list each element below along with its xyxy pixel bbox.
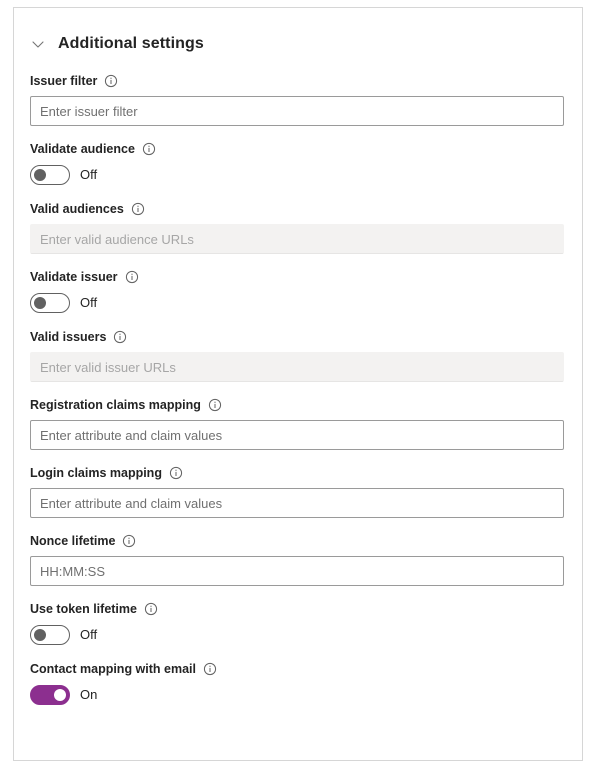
validate-issuer-toggle[interactable] bbox=[30, 293, 70, 313]
use-token-lifetime-label-row: Use token lifetime bbox=[30, 600, 562, 618]
contact-mapping-with-email-label-row: Contact mapping with email bbox=[30, 660, 562, 678]
toggle-knob bbox=[34, 629, 46, 641]
use-token-lifetime-toggle[interactable] bbox=[30, 625, 70, 645]
additional-settings-section-header[interactable]: Additional settings bbox=[30, 32, 562, 56]
contact-mapping-with-email-toggle[interactable] bbox=[30, 685, 70, 705]
chevron-down-icon[interactable] bbox=[30, 36, 46, 52]
valid-issuers-label: Valid issuers bbox=[30, 330, 107, 344]
use-token-lifetime-state: Off bbox=[80, 627, 98, 642]
info-icon[interactable] bbox=[125, 270, 139, 284]
contact-mapping-with-email-label: Contact mapping with email bbox=[30, 662, 196, 676]
validate-audience-toggle-row: Off bbox=[30, 164, 562, 186]
validate-issuer-label-row: Validate issuer bbox=[30, 268, 562, 286]
info-icon[interactable] bbox=[122, 534, 136, 548]
info-icon[interactable] bbox=[208, 398, 222, 412]
login-claims-mapping-label: Login claims mapping bbox=[30, 466, 162, 480]
field-registration-claims-mapping: Registration claims mapping bbox=[30, 396, 564, 450]
registration-claims-mapping-label: Registration claims mapping bbox=[30, 398, 201, 412]
login-claims-mapping-input[interactable] bbox=[30, 488, 564, 518]
valid-issuers-input bbox=[30, 352, 564, 382]
validate-issuer-toggle-row: Off bbox=[30, 292, 562, 314]
nonce-lifetime-label: Nonce lifetime bbox=[30, 534, 116, 548]
toggle-knob bbox=[54, 689, 66, 701]
validate-audience-label: Validate audience bbox=[30, 142, 135, 156]
issuer-filter-label: Issuer filter bbox=[30, 74, 98, 88]
issuer-filter-input[interactable] bbox=[30, 96, 564, 126]
use-token-lifetime-label: Use token lifetime bbox=[30, 602, 137, 616]
field-login-claims-mapping: Login claims mapping bbox=[30, 464, 564, 518]
info-icon[interactable] bbox=[104, 74, 118, 88]
field-use-token-lifetime: Use token lifetime Off bbox=[30, 600, 562, 646]
registration-claims-mapping-input[interactable] bbox=[30, 420, 564, 450]
validate-issuer-label: Validate issuer bbox=[30, 270, 118, 284]
info-icon[interactable] bbox=[142, 142, 156, 156]
field-valid-issuers: Valid issuers bbox=[30, 328, 564, 382]
nonce-lifetime-label-row: Nonce lifetime bbox=[30, 532, 562, 550]
toggle-knob bbox=[34, 297, 46, 309]
validate-audience-label-row: Validate audience bbox=[30, 140, 562, 158]
field-validate-audience: Validate audience Off bbox=[30, 140, 562, 186]
info-icon[interactable] bbox=[203, 662, 217, 676]
toggle-knob bbox=[34, 169, 46, 181]
contact-mapping-with-email-toggle-row: On bbox=[30, 684, 562, 706]
issuer-filter-label-row: Issuer filter bbox=[30, 72, 562, 90]
field-contact-mapping-with-email: Contact mapping with email On bbox=[30, 660, 562, 706]
valid-audiences-label: Valid audiences bbox=[30, 202, 124, 216]
info-icon[interactable] bbox=[131, 202, 145, 216]
valid-audiences-input bbox=[30, 224, 564, 254]
info-icon[interactable] bbox=[144, 602, 158, 616]
info-icon[interactable] bbox=[169, 466, 183, 480]
field-issuer-filter: Issuer filter bbox=[30, 72, 564, 126]
validate-audience-state: Off bbox=[80, 167, 98, 182]
contact-mapping-with-email-state: On bbox=[80, 687, 98, 702]
registration-claims-mapping-label-row: Registration claims mapping bbox=[30, 396, 562, 414]
valid-issuers-label-row: Valid issuers bbox=[30, 328, 562, 346]
login-claims-mapping-label-row: Login claims mapping bbox=[30, 464, 562, 482]
validate-issuer-state: Off bbox=[80, 295, 98, 310]
validate-audience-toggle[interactable] bbox=[30, 165, 70, 185]
field-validate-issuer: Validate issuer Off bbox=[30, 268, 562, 314]
field-nonce-lifetime: Nonce lifetime bbox=[30, 532, 564, 586]
section-title: Additional settings bbox=[58, 35, 204, 52]
nonce-lifetime-input[interactable] bbox=[30, 556, 564, 586]
additional-settings-panel: Additional settings Issuer filter Valida… bbox=[13, 7, 583, 761]
field-valid-audiences: Valid audiences bbox=[30, 200, 564, 254]
valid-audiences-label-row: Valid audiences bbox=[30, 200, 562, 218]
use-token-lifetime-toggle-row: Off bbox=[30, 624, 562, 646]
info-icon[interactable] bbox=[113, 330, 127, 344]
